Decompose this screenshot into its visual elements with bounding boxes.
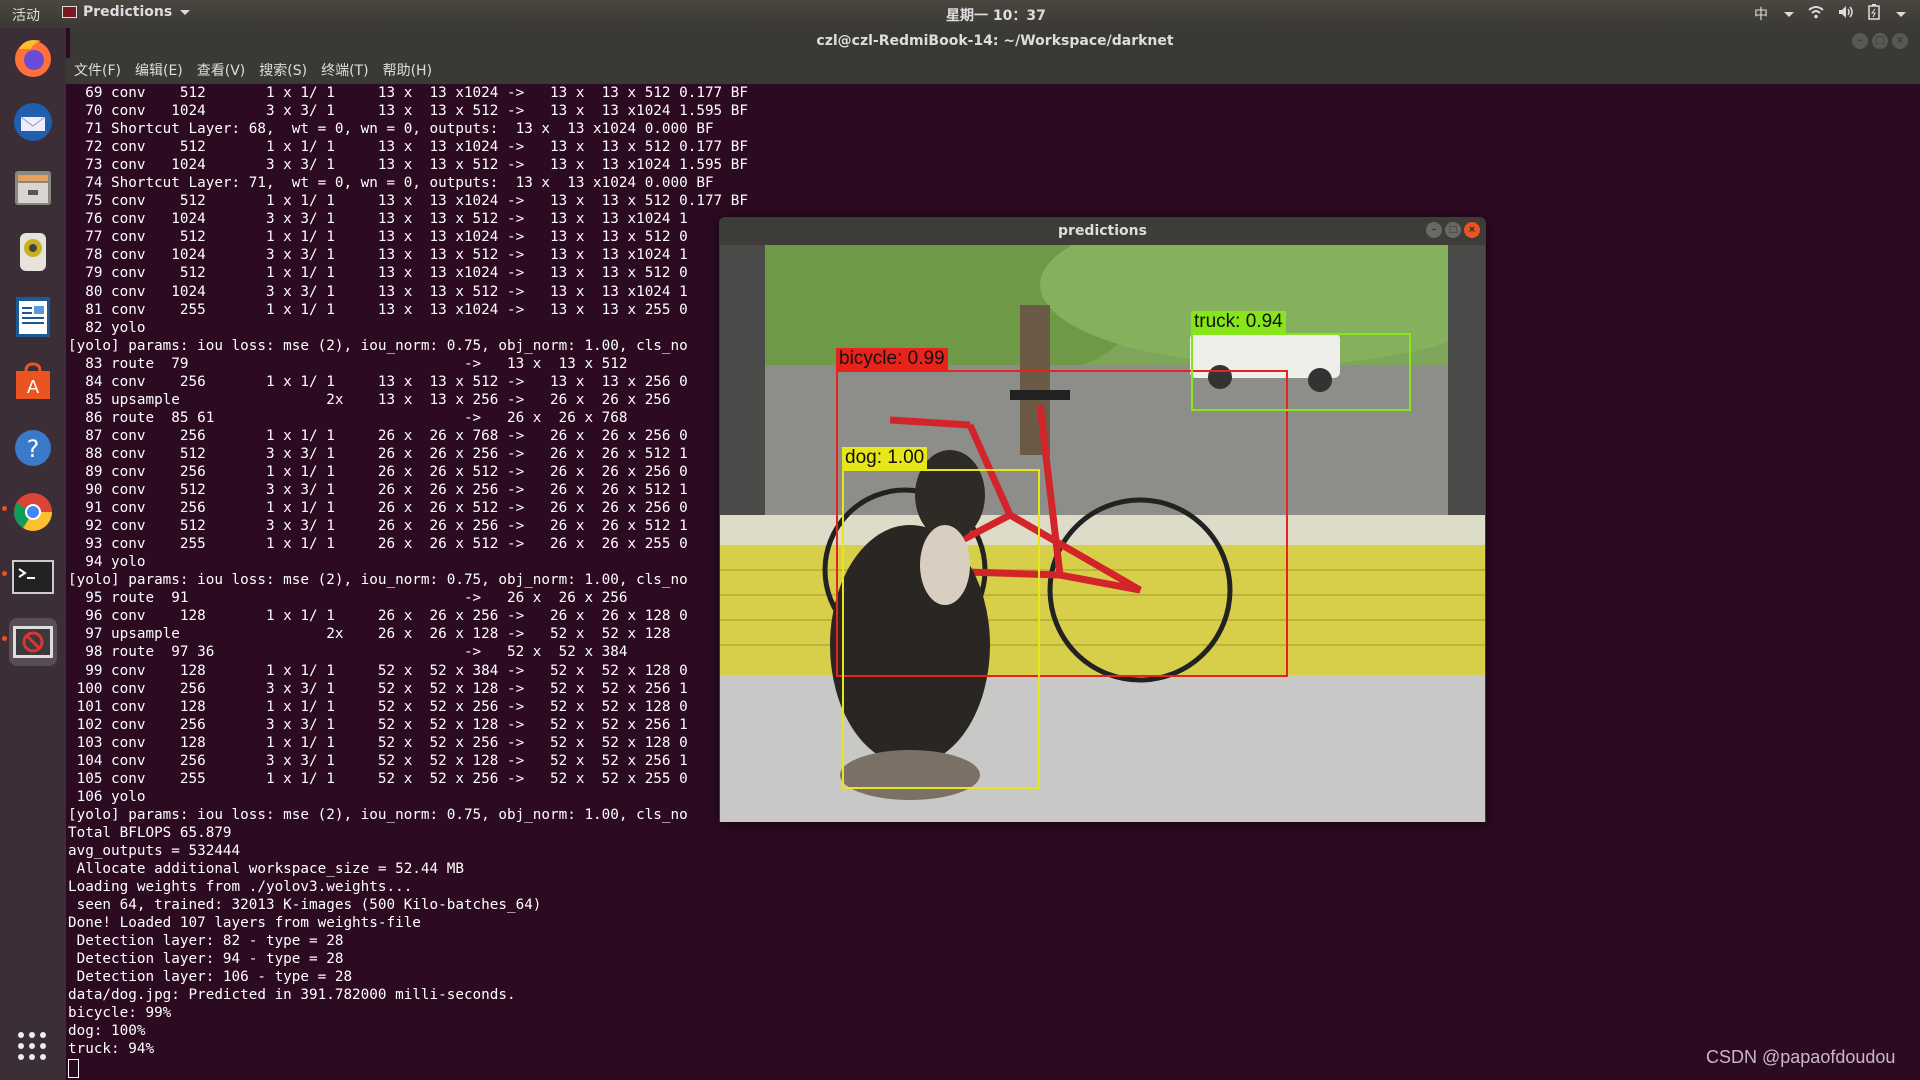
detection-label-truck: truck: 0.94: [1191, 311, 1286, 333]
clock[interactable]: 星期一 10：37: [946, 5, 1046, 25]
dock-rhythmbox[interactable]: [9, 228, 57, 276]
maximize-button[interactable]: □: [1872, 33, 1888, 49]
predictions-window: predictions – □ × bicycle: 0.99 dog: 1.0…: [719, 217, 1486, 822]
close-button[interactable]: ×: [1464, 222, 1480, 238]
terminal-line: Allocate additional workspace_size = 52.…: [68, 861, 464, 878]
terminal-line: Loading weights from ./yolov3.weights...: [68, 879, 413, 896]
terminal-line: dog: 100%: [68, 1023, 146, 1040]
terminal-line: 69 conv 512 1 x 1/ 1 13 x 13 x1024 -> 13…: [68, 85, 748, 101]
terminal-line: 72 conv 512 1 x 1/ 1 13 x 13 x1024 -> 13…: [68, 139, 748, 156]
terminal-line: 74 Shortcut Layer: 71, wt = 0, wn = 0, o…: [68, 175, 714, 192]
terminal-line: Detection layer: 82 - type = 28: [68, 933, 344, 950]
close-button[interactable]: ×: [1892, 33, 1908, 49]
running-indicator: [2, 571, 7, 576]
prediction-image: bicycle: 0.99 dog: 1.00 truck: 0.94: [720, 245, 1485, 822]
dock-ubuntu-software[interactable]: A: [9, 358, 57, 406]
terminal-line: Detection layer: 106 - type = 28: [68, 969, 353, 986]
input-method-indicator[interactable]: 中: [1754, 4, 1768, 24]
app-icon: [62, 6, 77, 18]
menu-terminal[interactable]: 终端(T): [321, 58, 368, 84]
help-icon: ?: [15, 430, 51, 466]
running-indicator: [2, 636, 7, 641]
maximize-button[interactable]: □: [1445, 222, 1461, 238]
firefox-icon: [15, 40, 51, 77]
chevron-down-icon: [180, 9, 191, 15]
terminal-line: Detection layer: 94 - type = 28: [68, 951, 344, 968]
menu-edit[interactable]: 编辑(E): [135, 58, 183, 84]
top-bar: 活动 Predictions 星期一 10：37 中: [0, 0, 1920, 28]
grid-icon: [18, 1032, 46, 1060]
battery-icon[interactable]: [1868, 4, 1880, 24]
activities-button[interactable]: 活动: [12, 5, 40, 25]
terminal-line: bicycle: 99%: [68, 1005, 172, 1022]
terminal-line: 70 conv 1024 3 x 3/ 1 13 x 13 x 512 -> 1…: [68, 103, 748, 120]
system-menu-icon[interactable]: [1896, 11, 1906, 17]
rhythmbox-icon: [20, 233, 46, 271]
dock-help[interactable]: ?: [9, 424, 57, 472]
svg-text:A: A: [27, 377, 40, 398]
wifi-icon[interactable]: [1808, 5, 1824, 23]
terminal-line: avg_outputs = 532444: [68, 842, 241, 859]
terminal-titlebar[interactable]: czl@czl-RedmiBook-14: ~/Workspace/darkne…: [70, 28, 1920, 58]
dock-firefox[interactable]: [9, 33, 57, 81]
thunderbird-icon: [14, 103, 52, 141]
dock-files[interactable]: [9, 164, 57, 212]
app-menu[interactable]: Predictions: [62, 4, 191, 20]
detection-label-bicycle: bicycle: 0.99: [836, 348, 948, 370]
watermark: CSDN @papaofdoudou: [1706, 1047, 1896, 1067]
menu-help[interactable]: 帮助(H): [383, 58, 432, 84]
dock-libreoffice-writer[interactable]: [9, 293, 57, 341]
detection-box-truck: [1191, 333, 1411, 411]
terminal-line: data/dog.jpg: Predicted in 391.782000 mi…: [68, 987, 516, 1004]
terminal-icon: [12, 560, 54, 594]
terminal-menubar: 文件(F) 编辑(E) 查看(V) 搜索(S) 终端(T) 帮助(H): [66, 58, 1920, 84]
dock-predictions[interactable]: [9, 618, 57, 666]
no-entry-icon: [13, 626, 53, 658]
minimize-button[interactable]: –: [1852, 33, 1868, 49]
terminal-line: Total BFLOPS 65.879: [68, 824, 232, 841]
terminal-line: seen 64, trained: 32013 K-images (500 Ki…: [68, 897, 542, 914]
svg-text:?: ?: [27, 435, 40, 463]
running-indicator: [2, 506, 7, 511]
detection-label-dog: dog: 1.00: [842, 447, 928, 469]
terminal-line: 71 Shortcut Layer: 68, wt = 0, wn = 0, o…: [68, 121, 714, 138]
detection-box-dog: [842, 469, 1040, 789]
dock-terminal[interactable]: [9, 553, 57, 601]
chevron-down-icon: [1784, 11, 1794, 17]
system-tray[interactable]: 中: [1754, 4, 1906, 24]
terminal-title: czl@czl-RedmiBook-14: ~/Workspace/darkne…: [816, 33, 1174, 49]
dock-chrome[interactable]: [9, 488, 57, 536]
predictions-titlebar[interactable]: predictions – □ ×: [719, 217, 1486, 245]
terminal-line: 75 conv 512 1 x 1/ 1 13 x 13 x1024 -> 13…: [68, 193, 748, 210]
volume-icon[interactable]: [1838, 5, 1854, 23]
show-applications-button[interactable]: [17, 1031, 47, 1065]
chrome-icon: [14, 493, 52, 531]
menu-view[interactable]: 查看(V): [197, 58, 246, 84]
predictions-title: predictions: [1058, 223, 1147, 239]
app-name: Predictions: [83, 4, 173, 20]
terminal-cursor: [68, 1058, 79, 1078]
software-icon: A: [16, 362, 50, 399]
terminal-line: 73 conv 1024 3 x 3/ 1 13 x 13 x 512 -> 1…: [68, 157, 748, 174]
menu-search[interactable]: 搜索(S): [259, 58, 307, 84]
files-icon: [15, 171, 51, 205]
dock: A ?: [0, 28, 66, 1080]
dock-thunderbird[interactable]: [9, 98, 57, 146]
terminal-line: Done! Loaded 107 layers from weights-fil…: [68, 915, 421, 932]
menu-file[interactable]: 文件(F): [74, 58, 121, 84]
writer-icon: [16, 297, 50, 337]
minimize-button[interactable]: –: [1426, 222, 1442, 238]
terminal-line: truck: 94%: [68, 1041, 155, 1058]
